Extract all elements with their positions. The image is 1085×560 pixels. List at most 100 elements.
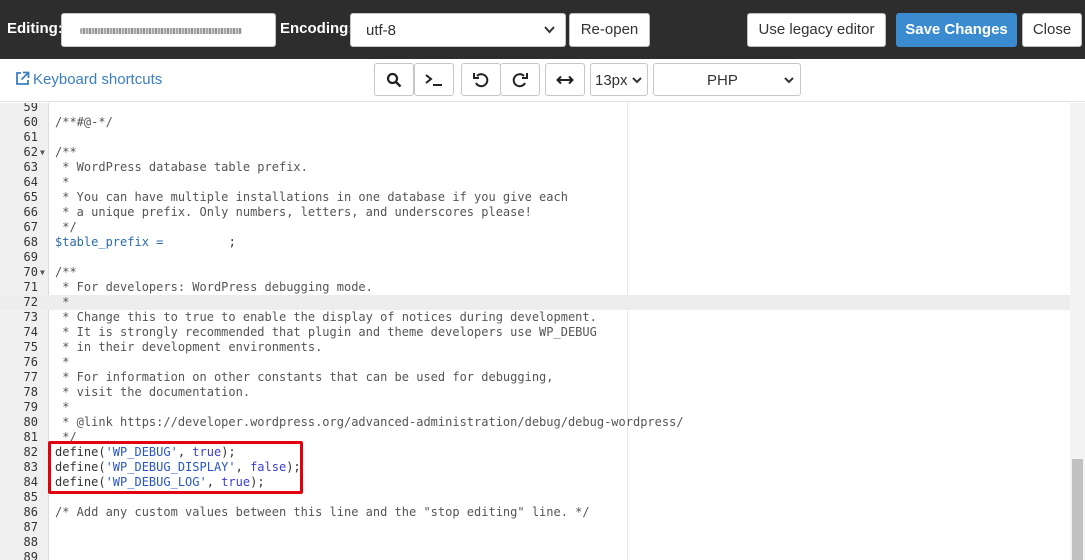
code-line[interactable]: 63 * WordPress database table prefix. [0,160,1070,175]
code-line[interactable]: 76 * [0,355,1070,370]
code-text: * WordPress database table prefix. [55,160,308,174]
redo-icon [512,72,528,87]
line-number: 59 [23,103,38,114]
line-number: 87 [23,520,38,534]
code-line[interactable]: 60 /**#@-*/ [0,115,1070,130]
code-text: /**#@-*/ [55,115,113,129]
line-number: 68 [23,235,38,249]
redo-button[interactable] [500,63,540,96]
wrap-icon [556,75,574,84]
code-line[interactable]: 71 * For developers: WordPress debugging… [0,280,1070,295]
line-number: 72 [23,295,38,309]
code-text: /** [55,145,77,159]
code-line[interactable]: 67 */ [0,220,1070,235]
reopen-button[interactable]: Re-open [569,13,650,47]
line-number: 64 [23,175,38,189]
encoding-select[interactable]: utf-8 [350,13,566,47]
keyboard-shortcuts-link[interactable]: Keyboard shortcuts [15,71,162,88]
line-number: 74 [23,325,38,339]
undo-icon [473,72,489,87]
save-changes-button[interactable]: Save Changes [896,13,1017,47]
code-text: /* Add any custom values between this li… [55,505,590,519]
editor-header: Editing: Encoding: utf-8 Re-open Use leg… [0,0,1085,59]
code-line[interactable]: 62 ▼ /** [0,145,1070,160]
line-number: 62 [23,145,38,159]
code-line[interactable]: 68 $table_prefix = ; [0,235,1070,250]
line-number: 73 [23,310,38,324]
code-line[interactable]: 78 * visit the documentation. [0,385,1070,400]
wrap-toggle-button[interactable] [545,63,585,96]
line-number: 83 [23,460,38,474]
editor-toolbar: Keyboard shortcuts 13px PHP [0,59,1085,102]
code-line[interactable]: 66 * a unique prefix. Only numbers, lett… [0,205,1070,220]
code-line[interactable]: 70 ▼ /** [0,265,1070,280]
line-number: 81 [23,430,38,444]
fold-toggle-icon[interactable]: ▼ [40,145,45,160]
editing-label: Editing: [7,20,63,37]
code-line[interactable]: 69 [0,250,1070,265]
scrollbar-thumb[interactable] [1072,459,1083,560]
mode-select[interactable]: PHP [653,63,801,96]
code-line[interactable]: 86 /* Add any custom values between this … [0,505,1070,520]
filename-field[interactable] [61,13,276,47]
keyboard-shortcuts-label: Keyboard shortcuts [33,71,163,88]
code-text: * in their development environments. [55,340,323,354]
code-line[interactable]: 88 [0,535,1070,550]
line-number: 84 [23,475,38,489]
line-number: 80 [23,415,38,429]
search-button[interactable] [374,63,414,96]
code-text: * [55,355,70,369]
line-number: 63 [23,160,38,174]
legacy-editor-button[interactable]: Use legacy editor [747,13,886,47]
chevron-down-icon [784,77,794,84]
blurred-filename [80,28,242,34]
line-number: 76 [23,355,38,369]
encoding-value: utf-8 [366,22,397,39]
code-line[interactable]: 61 [0,130,1070,145]
fold-toggle-icon[interactable]: ▼ [40,265,45,280]
terminal-button[interactable] [414,63,454,96]
code-line[interactable]: 89 [0,550,1070,560]
code-text: * Change this to true to enable the disp… [55,310,597,324]
line-number: 69 [23,250,38,264]
code-line[interactable]: 75 * in their development environments. [0,340,1070,355]
line-number: 89 [23,550,38,560]
code-line[interactable]: 64 * [0,175,1070,190]
code-line[interactable]: 87 [0,520,1070,535]
code-line[interactable]: 65 * You can have multiple installations… [0,190,1070,205]
code-text: /** [55,265,77,279]
code-text: * [55,295,70,309]
line-number: 86 [23,505,38,519]
code-text: * For developers: WordPress debugging mo… [55,280,373,294]
line-number: 75 [23,340,38,354]
code-line[interactable]: 74 * It is strongly recommended that plu… [0,325,1070,340]
line-number: 66 [23,205,38,219]
code-line[interactable]: 77 * For information on other constants … [0,370,1070,385]
font-size-select[interactable]: 13px [590,63,648,96]
code-line[interactable]: 73 * Change this to true to enable the d… [0,310,1070,325]
code-line[interactable]: 59 [0,103,1070,115]
code-line[interactable]: 79 * [0,400,1070,415]
code-line[interactable]: 72 * [0,295,1070,310]
code-text: * [55,400,70,414]
code-text: * You can have multiple installations in… [55,190,568,204]
line-number: 78 [23,385,38,399]
code-editor[interactable]: 59 60/**#@-*/61 62 ▼/** 63 * WordPress datab… [0,103,1085,560]
undo-button[interactable] [461,63,501,96]
chevron-down-icon [632,77,642,84]
code-text: * a unique prefix. Only numbers, letters… [55,205,532,219]
line-number: 71 [23,280,38,294]
code-text: */ [55,220,77,234]
close-button[interactable]: Close [1022,13,1082,47]
line-number: 85 [23,490,38,504]
code-line[interactable]: 80 * @link https://developer.wordpress.o… [0,415,1070,430]
code-text: * visit the documentation. [55,385,251,399]
line-number: 67 [23,220,38,234]
line-number: 82 [23,445,38,459]
mode-value: PHP [707,72,738,89]
code-text: $table_prefix = ; [55,235,236,250]
font-size-value: 13px [595,72,628,89]
operator-token: = [148,235,171,249]
line-number: 61 [23,130,38,144]
external-link-icon [16,71,30,85]
